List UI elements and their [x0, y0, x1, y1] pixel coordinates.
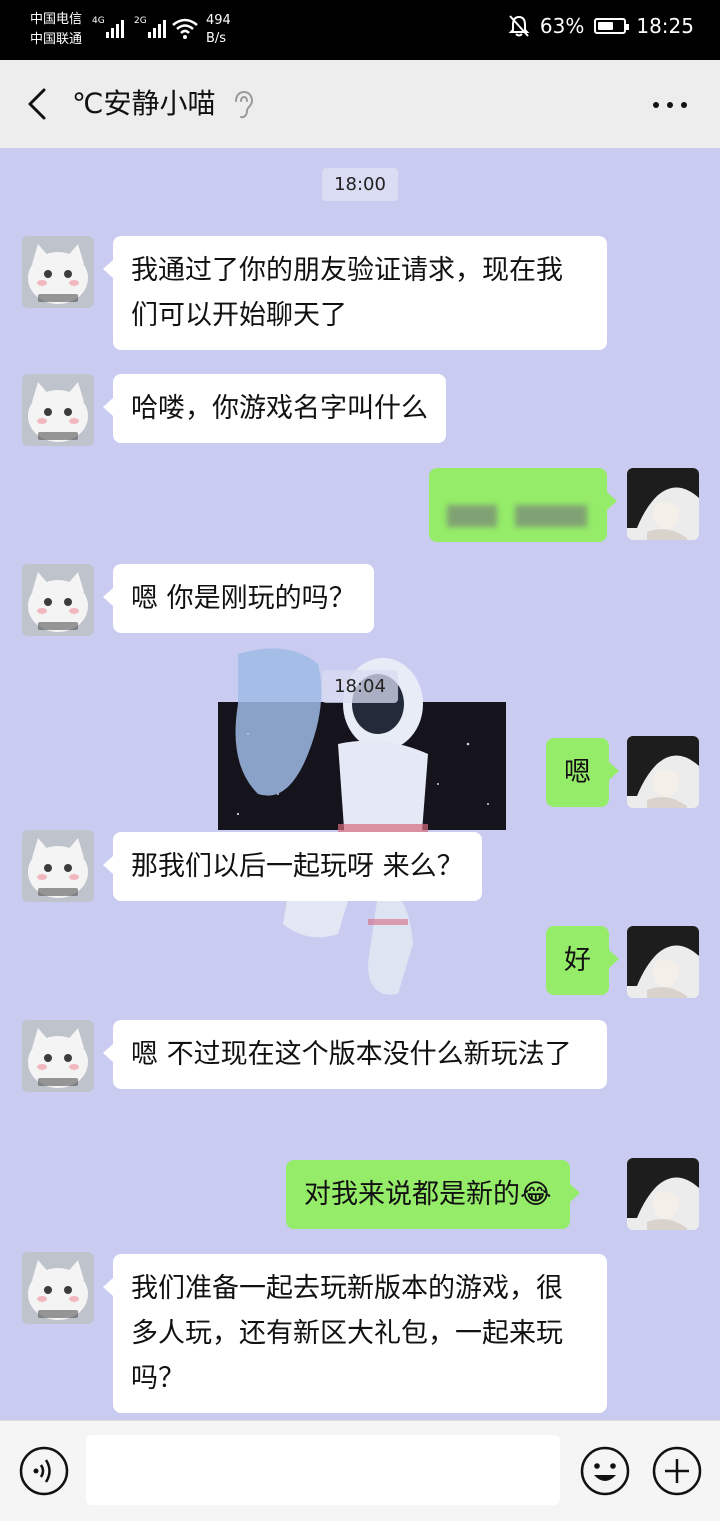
contact-avatar[interactable] — [22, 1020, 94, 1092]
speed-value: 494 — [206, 13, 231, 28]
redacted-text — [447, 504, 497, 527]
network-speed: 494 B/s — [206, 12, 231, 48]
message-bubble-incoming[interactable]: 嗯 不过现在这个版本没什么新玩法了 — [103, 1020, 607, 1089]
my-avatar[interactable] — [627, 926, 699, 998]
message-bubble-outgoing[interactable] — [429, 468, 617, 542]
cat-avatar-image — [22, 236, 94, 308]
message-bubble-incoming[interactable]: 嗯 你是刚玩的吗？ — [103, 564, 374, 633]
message-bubble-incoming[interactable]: 我通过了你的朋友验证请求，现在我们可以开始聊天了 — [103, 236, 607, 350]
status-right: 63% 18:25 — [508, 14, 694, 38]
anime-avatar-image — [627, 1158, 699, 1230]
my-avatar[interactable] — [627, 736, 699, 808]
message-bubble-outgoing[interactable]: 对我来说都是新的😂 — [286, 1160, 580, 1229]
more-button[interactable] — [650, 90, 690, 120]
ear-icon — [235, 90, 254, 119]
signal-icon — [106, 18, 124, 38]
message-bubble-incoming[interactable]: 我们准备一起去玩新版本的游戏，很多人玩，还有新区大礼包，一起来玩吗？ — [103, 1254, 607, 1413]
chat-header: ℃安静小喵 — [0, 60, 720, 149]
signal-icon — [148, 18, 166, 38]
cat-avatar-image — [22, 830, 94, 902]
more-icon — [653, 102, 687, 108]
clock: 18:25 — [636, 14, 694, 38]
chat-title: ℃安静小喵 — [72, 87, 216, 120]
contact-avatar[interactable] — [22, 236, 94, 308]
anime-avatar-image — [627, 926, 699, 998]
carrier-labels: 中国电信 中国联通 — [30, 10, 82, 50]
my-avatar[interactable] — [627, 1158, 699, 1230]
battery-percent: 63% — [539, 14, 585, 38]
battery-fill — [598, 22, 614, 30]
chat-area[interactable]: 18:00 18:04 我通过了你的朋友验证请求，现在我们可以开始聊天了 哈喽，… — [0, 148, 720, 1420]
carrier-1: 中国电信 — [30, 12, 83, 27]
message-bubble-incoming[interactable]: 哈喽，你游戏名字叫什么 — [103, 374, 446, 443]
status-bar: 中国电信 中国联通 4G 2G 494 B/s 63% 18:25 — [0, 0, 720, 60]
emoji-button[interactable] — [579, 1445, 631, 1497]
input-bar — [0, 1420, 720, 1521]
chevron-left-icon — [28, 88, 46, 120]
back-button[interactable] — [20, 84, 60, 124]
more-functions-button[interactable] — [651, 1445, 703, 1497]
anime-avatar-image — [627, 736, 699, 808]
network-type-1: 4G — [92, 16, 105, 26]
voice-icon — [19, 1446, 69, 1496]
cat-avatar-image — [22, 374, 94, 446]
timestamp: 18:04 — [322, 670, 398, 703]
timestamp: 18:00 — [322, 168, 398, 201]
speed-unit: B/s — [206, 31, 227, 46]
cat-avatar-image — [22, 1020, 94, 1092]
message-input[interactable] — [86, 1435, 560, 1505]
emoji-icon — [580, 1446, 630, 1496]
message-bubble-incoming[interactable]: 那我们以后一起玩呀 来么？ — [103, 832, 482, 901]
wifi-icon — [172, 18, 198, 39]
contact-avatar[interactable] — [22, 564, 94, 636]
contact-avatar[interactable] — [22, 1252, 94, 1324]
cat-avatar-image — [22, 564, 94, 636]
anime-avatar-image — [627, 468, 699, 540]
voice-button[interactable] — [18, 1445, 70, 1497]
redacted-text — [515, 504, 587, 527]
mute-bell-icon — [508, 15, 530, 37]
my-avatar[interactable] — [627, 468, 699, 540]
plus-icon — [652, 1446, 702, 1496]
network-type-2: 2G — [134, 16, 147, 26]
message-bubble-outgoing[interactable]: 嗯 — [546, 738, 619, 807]
message-bubble-outgoing[interactable]: 好 — [546, 926, 619, 995]
contact-avatar[interactable] — [22, 830, 94, 902]
contact-avatar[interactable] — [22, 374, 94, 446]
carrier-2: 中国联通 — [30, 32, 83, 47]
battery-icon — [594, 18, 630, 34]
cat-avatar-image — [22, 1252, 94, 1324]
